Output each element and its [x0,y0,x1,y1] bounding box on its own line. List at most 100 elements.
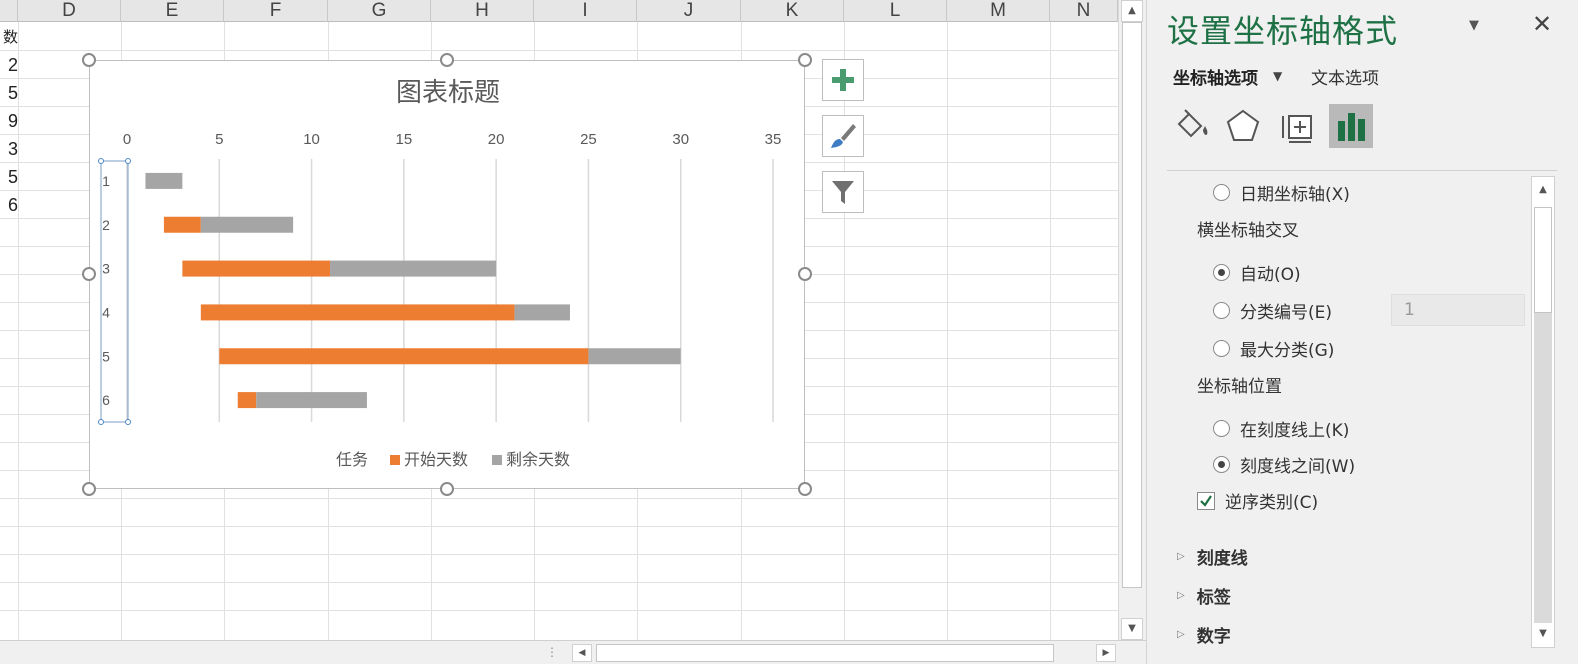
resize-handle-bottom-right[interactable] [798,482,812,496]
scroll-up-arrow-icon[interactable]: ▲ [1534,179,1552,201]
cell-value[interactable]: 5 [0,167,18,187]
legend-label: 剩余天数 [506,450,570,469]
category-label: 6 [102,392,110,408]
date-axis-label: 日期坐标轴(X) [1240,184,1350,205]
category-axis-selection [100,160,129,423]
radio-selected-icon [1213,455,1230,473]
worksheet-grid[interactable]: D E F G H I J K L M N 数 2 5 9 3 5 6 图表标题… [0,0,1118,640]
chart-plot-area[interactable]: 图表标题 0 5 10 15 20 25 30 35 1 2 3 4 5 6 任务 开始天数 剩余天数 [90,61,806,490]
scroll-right-arrow-icon[interactable]: ▶ [1096,644,1116,662]
chart-elements-button[interactable] [822,59,864,101]
column-header-n[interactable]: N [1050,0,1118,22]
filter-icon [832,181,854,204]
category-number-input[interactable]: 1 [1391,294,1525,326]
section-label: 刻度线 [1196,549,1248,569]
bar-remaining-days [330,260,497,277]
column-header-d[interactable]: D [18,0,121,22]
between-tick-marks-radio[interactable]: 刻度线之间(W) [1213,452,1355,477]
pane-scroll-track[interactable] [1534,313,1552,623]
tab-axis-options[interactable]: 坐标轴选项 [1173,64,1258,89]
bar-remaining-days [514,304,570,321]
auto-label: 自动(O) [1240,264,1301,285]
fill-line-tab[interactable] [1169,104,1213,148]
brush-icon [831,124,856,148]
resize-handle-left[interactable] [82,267,96,281]
x-tick-label: 5 [215,131,223,148]
axis-options-list[interactable]: 日期坐标轴(X) 横坐标轴交叉 自动(O) 分类编号(E) 1 最大分类(G) … [1147,176,1578,664]
column-header-f[interactable]: F [224,0,328,22]
column-header-g[interactable]: G [328,0,431,22]
plus-icon [832,69,854,91]
size-properties-icon [1282,115,1312,143]
date-axis-radio[interactable]: 日期坐标轴(X) [1213,180,1350,205]
column-header-k[interactable]: K [741,0,844,22]
horizontal-axis-crosses-label: 横坐标轴交叉 [1197,221,1299,241]
resize-handle-bottom[interactable] [440,482,454,496]
bar-chart-icon [1338,113,1365,141]
pane-options-dropdown-icon[interactable]: ▼ [1469,18,1479,33]
tab-text-options[interactable]: 文本选项 [1311,64,1379,89]
cell-value[interactable]: 2 [0,55,18,75]
resize-handle-bottom-left[interactable] [82,482,96,496]
column-header-partial[interactable] [0,0,18,22]
column-header-h[interactable]: H [431,0,534,22]
pane-divider [1167,170,1557,171]
reverse-order-checkbox[interactable]: 逆序类别(C) [1197,488,1318,513]
column-header-j[interactable]: J [637,0,741,22]
category-label: 3 [102,261,110,277]
radio-icon [1213,339,1230,357]
cell-value[interactable]: 6 [0,195,18,215]
category-number-radio[interactable]: 分类编号(E) [1213,298,1332,323]
pentagon-icon [1226,109,1260,141]
expand-triangle-icon: ▷ [1177,629,1185,640]
auto-radio[interactable]: 自动(O) [1213,260,1301,285]
x-tick-label: 0 [123,131,131,148]
max-category-radio[interactable]: 最大分类(G) [1213,336,1334,361]
scroll-down-arrow-icon[interactable]: ▼ [1121,618,1143,640]
column-header-i[interactable]: I [534,0,637,22]
column-header-e[interactable]: E [121,0,224,22]
on-tick-marks-radio[interactable]: 在刻度线上(K) [1213,416,1349,441]
section-label: 标签 [1196,588,1231,608]
cell-value[interactable]: 5 [0,83,18,103]
chevron-down-icon[interactable]: ▼ [1273,69,1282,83]
section-labels[interactable]: ▷ 标签 [1177,583,1231,608]
resize-handle-top[interactable] [440,53,454,67]
x-tick-label: 10 [303,131,320,148]
column-header-l[interactable]: L [844,0,947,22]
sheet-horizontal-scrollbar[interactable]: ⋮ ◀ ▶ [0,640,1146,664]
gantt-chart[interactable]: 图表标题 0 5 10 15 20 25 30 35 1 2 3 4 5 6 任务 开始天数 剩余天数 [89,60,805,489]
pane-scroll-thumb[interactable] [1534,207,1552,313]
horizontal-scroll-thumb[interactable] [596,644,1054,662]
axis-options-tab[interactable] [1329,104,1373,148]
section-tick-marks[interactable]: ▷ 刻度线 [1177,544,1248,569]
sheet-vertical-scrollbar[interactable]: ▲ ▼ [1118,0,1146,640]
size-properties-tab[interactable] [1275,104,1319,148]
section-number[interactable]: ▷ 数字 [1177,622,1231,647]
axis-selection-handle [98,419,104,425]
resize-handle-right[interactable] [798,267,812,281]
resize-handle-top-left[interactable] [82,53,96,67]
resize-handle-top-right[interactable] [798,53,812,67]
scroll-up-arrow-icon[interactable]: ▲ [1121,0,1143,22]
close-icon[interactable]: ✕ [1532,10,1552,38]
pane-title: 设置坐标轴格式 [1167,12,1399,50]
expand-triangle-icon: ▷ [1177,551,1185,562]
cell-header-fragment[interactable]: 数 [0,28,18,48]
category-label: 1 [102,173,110,189]
expand-triangle-icon: ▷ [1177,590,1185,601]
scroll-down-arrow-icon[interactable]: ▼ [1534,623,1552,645]
axis-position-label: 坐标轴位置 [1197,377,1282,397]
bar-start-days [237,392,257,409]
chart-styles-button[interactable] [822,115,864,157]
cell-value[interactable]: 3 [0,139,18,159]
chart-filters-button[interactable] [822,171,864,213]
pane-scrollbar[interactable]: ▲ ▼ [1531,176,1555,648]
scroll-left-arrow-icon[interactable]: ◀ [572,644,592,662]
effects-tab[interactable] [1221,104,1265,148]
cell-value[interactable]: 9 [0,111,18,131]
column-header-m[interactable]: M [947,0,1050,22]
bar-start-days [200,304,515,321]
scroll-thumb[interactable] [1122,22,1142,588]
split-handle-icon[interactable]: ⋮ [546,645,558,659]
